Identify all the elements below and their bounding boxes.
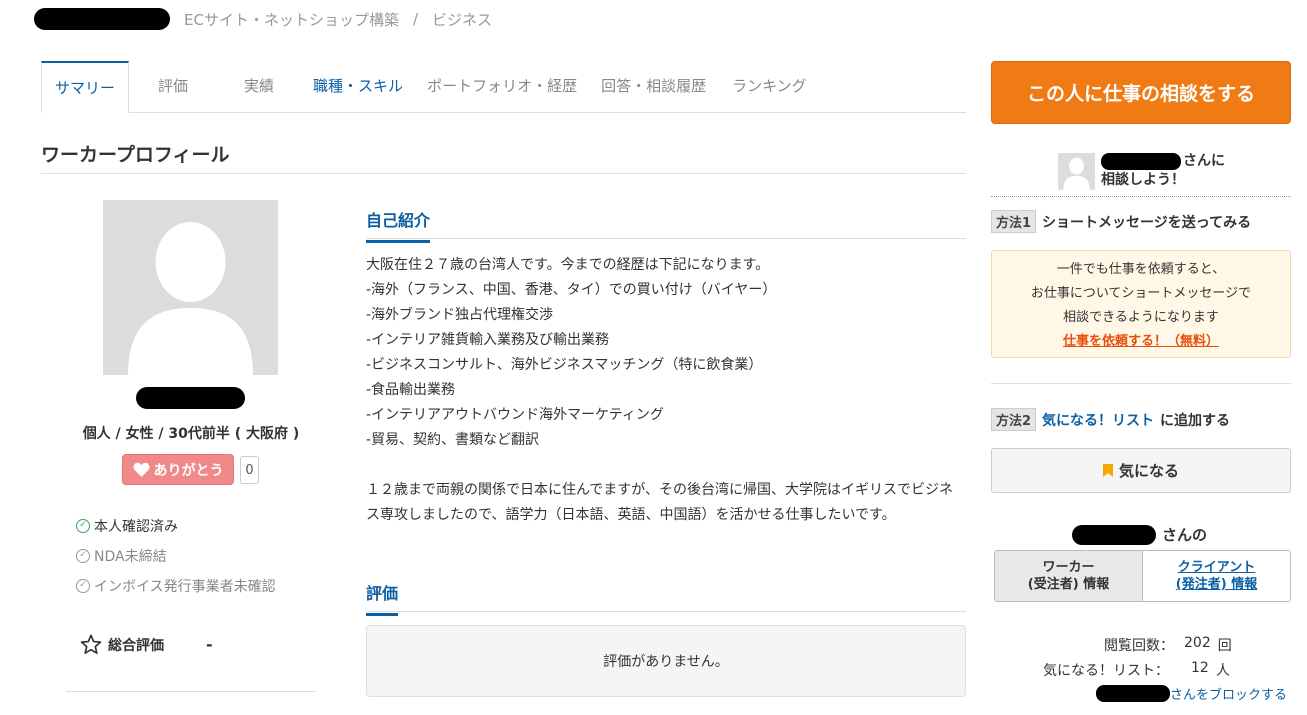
overall-rating: 総合評価 -	[80, 634, 280, 655]
star-icon	[80, 634, 102, 654]
badge-invoice: ✓ インボイス発行事業者未確認	[76, 576, 276, 596]
intro-line: -海外ブランド独占代理権交渉	[366, 307, 554, 323]
intro-line: 大阪在住２７歳の台湾人です。今までの経歴は下記になります。	[366, 257, 770, 273]
badge-label: NDA未締結	[94, 549, 167, 565]
request-work-link[interactable]: 仕事を依頼する！（無料）	[992, 330, 1290, 354]
intro-line: -貿易、契約、書類など翻訳	[366, 432, 540, 448]
rating-value: -	[206, 635, 213, 654]
favorite-button[interactable]: 気になる	[991, 448, 1291, 493]
user-meta: 個人 / 女性 / 30代前半 ( 大阪府 )	[82, 426, 300, 442]
tab-ranking[interactable]: ランキング	[718, 61, 821, 113]
tab-reviews[interactable]: 評価	[129, 61, 217, 113]
badge-label: 本人確認済み	[94, 519, 178, 535]
left-divider	[66, 691, 316, 692]
thanks-count: 0	[240, 456, 259, 484]
intro-divider	[366, 238, 966, 239]
intro-line: -インテリアアウトバウンド海外マーケティング	[366, 407, 664, 423]
view-count-value: 202	[1184, 635, 1211, 651]
notice-line: 一件でも仕事を依頼すると、	[1056, 262, 1226, 277]
intro-line: -海外（フランス、中国、香港、タイ）での買い付け（バイヤー）	[366, 282, 777, 298]
intro-line: -ビジネスコンサルト、海外ビジネスマッチング（特に飲食業）	[366, 357, 763, 373]
tab-skills[interactable]: 職種・スキル	[301, 61, 415, 113]
favorites-list-link[interactable]: 気になる！リスト	[1042, 410, 1154, 430]
method2: 方法2 気になる！リスト に追加する	[991, 408, 1230, 431]
reviews-divider	[366, 611, 966, 612]
message-notice: 一件でも仕事を依頼すると、 お仕事についてショートメッセージで 相談できるように…	[991, 250, 1291, 358]
consult-button[interactable]: この人に仕事の相談をする	[991, 61, 1291, 124]
redacted-username	[1096, 685, 1170, 702]
tab-portfolio[interactable]: ポートフォリオ・経歴	[415, 61, 589, 113]
intro-paragraph: １２歳まで両親の関係で日本に住んでますが、その後台湾に帰国、大学院はイギリスでビ…	[366, 482, 954, 523]
role-toggle: ワーカー (受注者) 情報 クライアント (発注者) 情報	[994, 550, 1291, 602]
breadcrumb-parent[interactable]: ビジネス	[432, 9, 492, 30]
favorite-count: 気になる！リスト： 12 人	[1043, 660, 1230, 680]
breadcrumb: ECサイト・ネットショップ構築 / ビジネス	[34, 6, 492, 32]
breadcrumb-category[interactable]: ECサイト・ネットショップ構築	[184, 9, 399, 30]
tab-history[interactable]: 回答・相談履歴	[589, 61, 718, 113]
client-info-tab[interactable]: クライアント (発注者) 情報	[1143, 551, 1290, 601]
profile-tabs: サマリー 評価 実績 職種・スキル ポートフォリオ・経歴 回答・相談履歴 ランキ…	[41, 61, 966, 113]
heart-icon	[133, 462, 149, 477]
check-circle-icon: ✓	[76, 549, 90, 563]
thanks-label: ありがとう	[153, 462, 224, 479]
notice-line: 相談できるようになります	[1063, 310, 1219, 325]
view-count-unit: 回	[1217, 638, 1232, 654]
notice-line: お仕事についてショートメッセージで	[1030, 286, 1252, 301]
method1: 方法1 ショートメッセージを送ってみる	[991, 210, 1251, 233]
block-user: さんをブロックする	[1096, 684, 1287, 703]
view-count: 閲覧回数： 202 回	[1104, 635, 1232, 655]
favorite-count-unit: 人	[1215, 663, 1230, 679]
title-divider	[41, 173, 966, 174]
favorite-count-label: 気になる！リスト：	[1043, 663, 1169, 679]
dotted-divider	[991, 196, 1291, 197]
intro-line: -インテリア雑貨輸入業務及び輸出業務	[366, 332, 610, 348]
page-title: ワーカープロフィール	[41, 144, 230, 166]
worker-info-tab[interactable]: ワーカー (受注者) 情報	[995, 551, 1143, 601]
default-avatar-icon	[128, 222, 253, 375]
bookmark-icon	[1102, 464, 1113, 477]
tab-summary[interactable]: サマリー	[41, 61, 130, 113]
self-introduction: 大阪在住２７歳の台湾人です。今までの経歴は下記になります。 -海外（フランス、中…	[366, 253, 966, 528]
check-circle-icon: ✓	[76, 519, 90, 533]
block-user-link[interactable]: さんをブロックする	[1170, 684, 1287, 703]
owner-heading: さんの	[1072, 524, 1207, 545]
intro-line: -食品輸出業務	[366, 382, 456, 398]
redacted-username	[1072, 524, 1156, 545]
default-avatar-icon	[1063, 157, 1090, 190]
favorite-label: 気になる	[1118, 462, 1179, 480]
check-circle-icon: ✓	[76, 579, 90, 593]
favorite-count-value: 12	[1191, 660, 1209, 676]
consult-lead: さんに 相談しよう！	[1101, 152, 1225, 190]
thanks-button[interactable]: ありがとう	[122, 454, 234, 485]
redacted-username	[1101, 153, 1181, 170]
method1-tag: 方法1	[991, 210, 1037, 233]
avatar	[103, 200, 278, 375]
tab-achievements[interactable]: 実績	[217, 61, 301, 113]
owner-suffix: さんの	[1162, 526, 1208, 544]
sidebar-divider	[991, 383, 1291, 384]
view-count-label: 閲覧回数：	[1104, 638, 1174, 654]
lead-suffix: さんに	[1183, 153, 1225, 169]
badge-identity-verified: ✓ 本人確認済み	[76, 516, 178, 536]
lead-line2: 相談しよう！	[1101, 172, 1185, 188]
mini-avatar	[1058, 153, 1095, 190]
badge-label: インボイス発行事業者未確認	[94, 579, 276, 595]
method2-tag: 方法2	[991, 408, 1037, 431]
method2-suffix: に追加する	[1160, 412, 1231, 429]
redacted-username	[34, 8, 170, 30]
redacted-display-name	[136, 387, 245, 409]
rating-label: 総合評価	[108, 637, 164, 654]
badge-nda: ✓ NDA未締結	[76, 546, 167, 566]
breadcrumb-separator: /	[412, 10, 419, 28]
method1-text: ショートメッセージを送ってみる	[1042, 214, 1252, 231]
no-reviews-message: 評価がありません。	[366, 625, 966, 697]
